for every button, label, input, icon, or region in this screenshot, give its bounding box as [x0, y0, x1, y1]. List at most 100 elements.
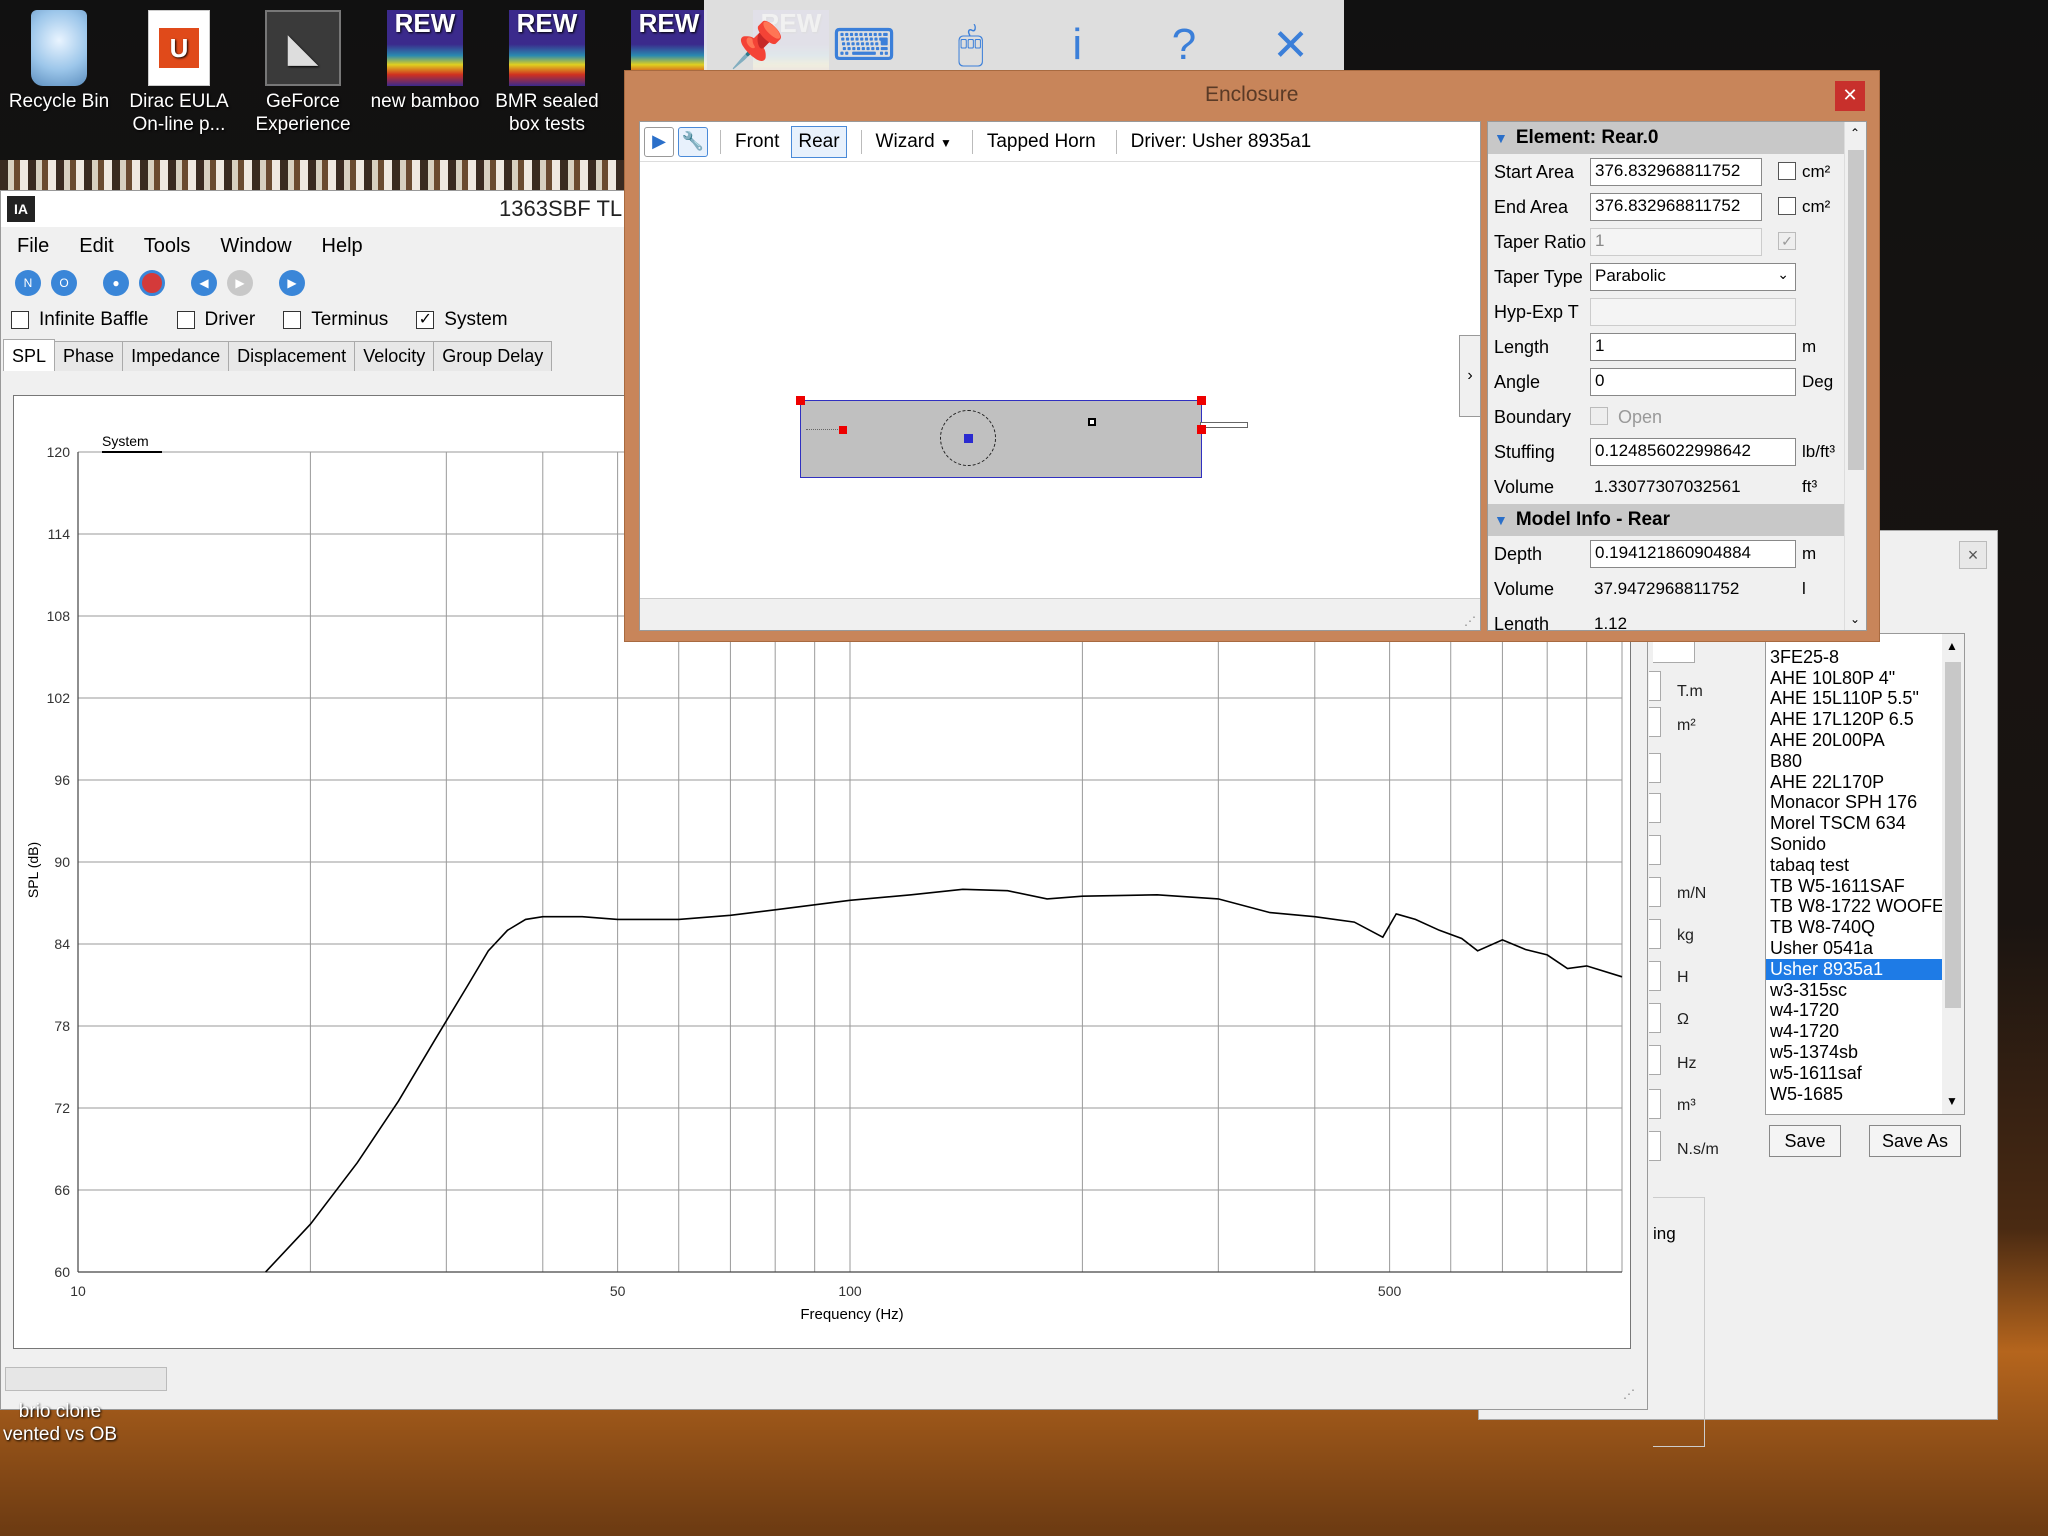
driver-list-item[interactable]: AHE 15L110P 5.5"	[1766, 688, 1964, 709]
driver-list-item[interactable]: w4-1720	[1766, 1000, 1964, 1021]
resize-grip-icon[interactable]: ⋰	[1623, 1387, 1635, 1401]
resize-handle[interactable]	[796, 396, 805, 405]
help-icon[interactable]: ?	[1149, 20, 1219, 70]
menu-edit[interactable]: Edit	[79, 235, 113, 258]
anchor-point[interactable]	[1088, 418, 1096, 426]
checkbox-box-checked[interactable]: ✓	[416, 311, 435, 329]
checkbox-system[interactable]: ✓ System	[416, 309, 508, 331]
keyboard-icon[interactable]: ⌨	[829, 20, 899, 71]
scroll-thumb[interactable]	[1945, 662, 1961, 1008]
taper-ratio-checkbox[interactable]: ✓	[1778, 232, 1796, 250]
driver-list[interactable]: 3FE22-83FE25-8AHE 10L80P 4"AHE 15L110P 5…	[1765, 633, 1965, 1115]
resize-grip-icon[interactable]: ⋰	[1464, 614, 1476, 628]
menu-help[interactable]: Help	[322, 235, 363, 258]
driver-list-item[interactable]: TB W8-1722 WOOFE	[1766, 896, 1964, 917]
boundary-open-checkbox[interactable]	[1590, 407, 1608, 425]
hyp-exp-input[interactable]	[1590, 298, 1796, 326]
field-edge[interactable]	[1649, 1045, 1661, 1075]
driver-list-item[interactable]: w5-1611saf	[1766, 1063, 1964, 1084]
driver-list-item[interactable]: AHE 20L00PA	[1766, 730, 1964, 751]
tapped-horn-button[interactable]: Tapped Horn	[981, 127, 1102, 157]
play-icon[interactable]: ▶	[644, 126, 674, 157]
scroll-up-icon[interactable]: ⌃	[1850, 126, 1860, 140]
terminus-handle[interactable]	[839, 426, 847, 434]
checkbox-driver[interactable]: Driver	[176, 309, 255, 331]
driver-list-item[interactable]: Usher 0541a	[1766, 938, 1964, 959]
resize-handle[interactable]	[1197, 425, 1206, 434]
info-icon[interactable]: i	[1042, 20, 1112, 70]
end-area-checkbox[interactable]	[1778, 197, 1796, 215]
model-section-header[interactable]: ▼ Model Info - Rear	[1488, 504, 1846, 536]
desktop-icon-bmr-sealed[interactable]: REW BMR sealed box tests	[488, 0, 606, 136]
tab-velocity[interactable]: Velocity	[354, 341, 435, 371]
start-area-input[interactable]: 376.832968811752	[1590, 158, 1762, 186]
tab-spl[interactable]: SPL	[3, 339, 56, 371]
save-as-button[interactable]: Save As	[1869, 1125, 1961, 1157]
field-edge[interactable]	[1649, 1089, 1661, 1119]
tab-impedance[interactable]: Impedance	[122, 341, 230, 371]
scroll-up-icon[interactable]: ▲	[1946, 636, 1958, 657]
scroll-thumb[interactable]	[1848, 150, 1864, 470]
field-edge[interactable]	[1649, 707, 1661, 737]
driver-list-item[interactable]: tabaq test	[1766, 855, 1964, 876]
field-edge[interactable]	[1649, 835, 1661, 865]
driver-list-item[interactable]: w3-315sc	[1766, 980, 1964, 1001]
field-edge[interactable]	[1649, 793, 1661, 823]
desktop-icon-new-bamboo[interactable]: REW new bamboo	[366, 0, 484, 113]
checkbox-box[interactable]	[283, 311, 302, 329]
mouse-icon[interactable]: 🖱	[936, 20, 1006, 70]
checkbox-infinite-baffle[interactable]: Infinite Baffle	[11, 309, 149, 331]
wizard-dropdown[interactable]: Wizard ▼	[870, 127, 958, 157]
play-icon[interactable]: ▶	[279, 270, 305, 296]
checkbox-box[interactable]	[11, 311, 29, 329]
driver-list-item[interactable]: TB W5-1611SAF	[1766, 876, 1964, 897]
close-icon[interactable]: ✕	[1256, 20, 1326, 71]
pin-icon[interactable]: 📌	[722, 19, 792, 71]
checkbox-box[interactable]	[176, 311, 195, 329]
driver-list-item[interactable]: AHE 22L170P	[1766, 772, 1964, 793]
menu-file[interactable]: File	[17, 235, 49, 258]
scroll-down-icon[interactable]: ⌄	[1850, 612, 1860, 626]
menu-tools[interactable]: Tools	[144, 235, 191, 258]
driver-center-handle[interactable]	[964, 434, 973, 443]
stuffing-input[interactable]: 0.124856022998642	[1590, 438, 1796, 466]
enclosure-element-rear[interactable]	[800, 400, 1202, 478]
new-icon[interactable]: N	[15, 270, 41, 296]
wrench-icon[interactable]: 🔧	[678, 126, 708, 157]
driver-list-item[interactable]: Morel TSCM 634	[1766, 813, 1964, 834]
driver-list-item[interactable]: AHE 17L120P 6.5	[1766, 709, 1964, 730]
driver-list-item[interactable]: TB W8-740Q	[1766, 917, 1964, 938]
driver-list-scrollbar[interactable]: ▲ ▼	[1942, 634, 1964, 1114]
driver-list-item[interactable]: W5-1685	[1766, 1084, 1964, 1105]
driver-list-item[interactable]: AHE 10L80P 4"	[1766, 668, 1964, 689]
field-edge[interactable]	[1649, 1003, 1661, 1033]
enclosure-designer-canvas[interactable]: ▶ 🔧 Front Rear Wizard ▼ Tapped Horn Driv…	[639, 121, 1481, 631]
field-edge[interactable]	[1649, 877, 1661, 907]
record-blue-icon[interactable]: ●	[103, 270, 129, 296]
element-section-header[interactable]: ▼ Element: Rear.0	[1488, 122, 1846, 154]
tab-displacement[interactable]: Displacement	[228, 341, 356, 371]
step-back-icon[interactable]: ◀	[191, 270, 217, 296]
scroll-down-icon[interactable]: ▼	[1946, 1091, 1958, 1112]
rear-button[interactable]: Rear	[791, 125, 847, 158]
desktop-icon-dirac[interactable]: U Dirac EULA On-line p...	[120, 0, 238, 136]
desktop-icon-brio-clone[interactable]: brio clone vented vs OB	[0, 1400, 120, 1446]
taper-type-select[interactable]: Parabolic ⌄	[1590, 263, 1796, 291]
taper-ratio-input[interactable]: 1	[1590, 228, 1762, 256]
length-input[interactable]: 1	[1590, 333, 1796, 361]
depth-input[interactable]: 0.194121860904884	[1590, 540, 1796, 568]
resize-handle[interactable]	[1197, 396, 1206, 405]
field-edge[interactable]	[1649, 961, 1661, 991]
driver-list-item[interactable]: Usher 8935a1	[1766, 958, 1964, 980]
driver-list-item[interactable]: 3FE25-8	[1766, 647, 1964, 668]
angle-input[interactable]: 0	[1590, 368, 1796, 396]
tab-phase[interactable]: Phase	[54, 341, 124, 371]
step-forward-icon[interactable]: ▶	[227, 270, 253, 296]
record-red-icon[interactable]	[139, 270, 165, 296]
field-edge[interactable]	[1649, 919, 1661, 949]
desktop-icon-geforce[interactable]: ◣ GeForce Experience	[244, 0, 362, 136]
checkbox-terminus[interactable]: Terminus	[283, 309, 388, 331]
driver-window-close-button[interactable]: ×	[1959, 541, 1987, 569]
desktop-icon-recycle-bin[interactable]: Recycle Bin	[0, 0, 118, 113]
driver-list-item[interactable]: Monacor SPH 176	[1766, 792, 1964, 813]
